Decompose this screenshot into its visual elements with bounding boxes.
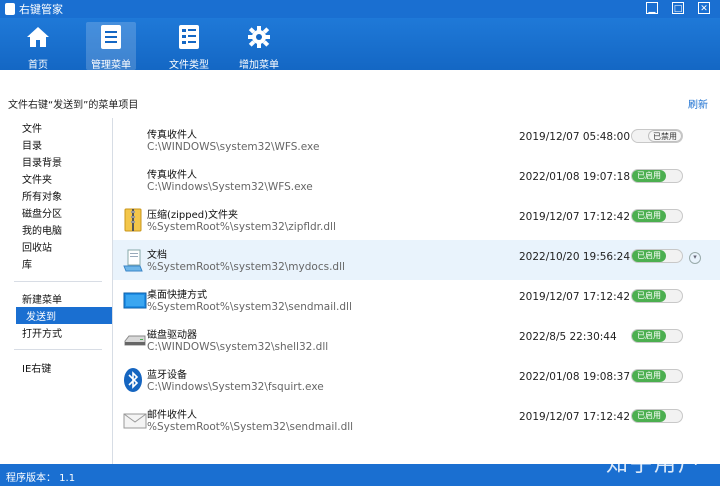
status-toggle[interactable]: 已启用 <box>631 289 683 303</box>
list-item[interactable]: 邮件收件人 %SystemRoot%\System32\sendmail.dll… <box>113 400 720 440</box>
toolbar-add-menu-label: 增加菜单 <box>239 60 279 71</box>
home-icon <box>23 22 53 52</box>
item-path: %SystemRoot%\System32\sendmail.dll <box>147 421 354 433</box>
status-toggle[interactable]: 已启用 <box>631 369 683 383</box>
status-toggle[interactable]: 已启用 <box>631 209 683 223</box>
toolbar-manage-menu[interactable]: 管理菜单 <box>86 22 136 71</box>
list-item[interactable]: 桌面快捷方式 %SystemRoot%\system32\sendmail.dl… <box>113 280 720 320</box>
status-toggle[interactable]: 已启用 <box>631 249 683 263</box>
status-toggle[interactable]: 已启用 <box>631 409 683 423</box>
item-date: 2019/12/07 17:12:42 <box>519 291 631 303</box>
item-name: 磁盘驱动器 <box>147 330 197 341</box>
version-text: 程序版本： 1.1 <box>6 473 76 484</box>
sidebar-item-library[interactable]: 库 <box>22 256 32 271</box>
minimize-button[interactable]: ▁ <box>646 2 658 14</box>
documents-icon <box>123 249 143 272</box>
status-label: 已禁用 <box>648 130 682 142</box>
menu-item-list: 传真收件人 C:\WINDOWS\system32\WFS.exe 2019/1… <box>113 118 720 464</box>
status-label: 已启用 <box>632 290 666 302</box>
filetype-icon <box>174 22 204 52</box>
item-path: C:\WINDOWS\system32\shell32.dll <box>147 341 329 353</box>
status-toggle[interactable]: 已禁用 <box>631 129 683 143</box>
item-path: C:\WINDOWS\system32\WFS.exe <box>147 141 320 153</box>
window-title: 右键管家 <box>19 3 63 16</box>
item-name: 邮件收件人 <box>147 410 197 421</box>
item-name: 蓝牙设备 <box>147 370 187 381</box>
status-toggle[interactable]: 已启用 <box>631 169 683 183</box>
item-path: %SystemRoot%\system32\mydocs.dll <box>147 261 345 273</box>
mail-icon <box>123 413 147 429</box>
list-item[interactable]: 传真收件人 C:\WINDOWS\system32\WFS.exe 2019/1… <box>113 120 720 160</box>
item-name: 文档 <box>147 250 167 261</box>
sidebar-item-new-menu[interactable]: 新建菜单 <box>22 291 62 306</box>
chevron-down-icon[interactable]: ▾ <box>689 252 701 264</box>
sidebar-item-file[interactable]: 文件 <box>22 120 42 135</box>
item-date: 2019/12/07 17:12:42 <box>519 411 631 423</box>
item-path: %SystemRoot%\system32\sendmail.dll <box>147 301 352 313</box>
status-label: 已启用 <box>632 370 666 382</box>
toolbar-home[interactable]: 首页 <box>20 22 56 71</box>
item-date: 2022/01/08 19:07:18 <box>519 171 631 183</box>
status-label: 已启用 <box>632 410 666 422</box>
status-label: 已启用 <box>632 170 666 182</box>
item-date: 2022/01/08 19:08:37 <box>519 371 631 383</box>
toolbar-manage-menu-label: 管理菜单 <box>91 60 131 71</box>
item-name: 压缩(zipped)文件夹 <box>147 210 239 221</box>
sidebar-item-recycle-bin[interactable]: 回收站 <box>22 239 52 254</box>
desktop-icon <box>123 292 147 309</box>
close-button[interactable]: ✕ <box>698 2 710 14</box>
item-path: C:\Windows\System32\fsquirt.exe <box>147 381 324 393</box>
status-toggle[interactable]: 已启用 <box>631 329 683 343</box>
item-path: %SystemRoot%\system32\zipfldr.dll <box>147 221 336 233</box>
status-label: 已启用 <box>632 250 666 262</box>
list-item[interactable]: 磁盘驱动器 C:\WINDOWS\system32\shell32.dll 20… <box>113 320 720 360</box>
list-item[interactable]: 传真收件人 C:\Windows\System32\WFS.exe 2022/0… <box>113 160 720 200</box>
status-label: 已启用 <box>632 210 666 222</box>
sidebar-item-ie-context[interactable]: IE右键 <box>22 360 51 375</box>
item-name: 传真收件人 <box>147 170 197 181</box>
zip-folder-icon <box>124 208 142 232</box>
page-title: 文件右键“发送到”的菜单项目 <box>8 100 139 111</box>
item-date: 2019/12/07 05:48:00 <box>519 131 631 143</box>
sidebar-item-all-objects[interactable]: 所有对象 <box>22 188 62 203</box>
gear-icon <box>244 22 274 52</box>
title-bar: 右键管家 ▁ □ ✕ <box>0 0 720 18</box>
list-item[interactable]: 蓝牙设备 C:\Windows\System32\fsquirt.exe 202… <box>113 360 720 400</box>
sidebar-item-folder[interactable]: 文件夹 <box>22 171 52 186</box>
item-name: 传真收件人 <box>147 130 197 141</box>
sidebar-item-disk-partition[interactable]: 磁盘分区 <box>22 205 62 220</box>
sidebar: 文件 目录 目录背景 文件夹 所有对象 磁盘分区 我的电脑 回收站 库 新建菜单… <box>0 118 113 464</box>
sidebar-item-my-computer[interactable]: 我的电脑 <box>22 222 62 237</box>
item-date: 2022/8/5 22:30:44 <box>519 331 617 343</box>
drive-icon <box>124 335 146 346</box>
app-icon <box>5 3 15 15</box>
refresh-link[interactable]: 刷新 <box>688 96 708 111</box>
sidebar-item-directory-background[interactable]: 目录背景 <box>22 154 62 169</box>
toolbar-file-types[interactable]: 文件类型 <box>166 22 212 71</box>
item-date: 2022/10/20 19:56:24 <box>519 251 631 263</box>
sidebar-divider <box>14 281 102 282</box>
status-label: 已启用 <box>632 330 666 342</box>
bluetooth-icon <box>124 368 142 392</box>
list-icon <box>96 22 126 52</box>
toolbar-home-label: 首页 <box>28 60 48 71</box>
list-item[interactable]: 压缩(zipped)文件夹 %SystemRoot%\system32\zipf… <box>113 200 720 240</box>
content-header: 文件右键“发送到”的菜单项目 刷新 <box>0 70 720 118</box>
toolbar-file-types-label: 文件类型 <box>169 60 209 71</box>
item-date: 2019/12/07 17:12:42 <box>519 211 631 223</box>
list-item[interactable]: 文档 %SystemRoot%\system32\mydocs.dll 2022… <box>113 240 720 280</box>
item-path: C:\Windows\System32\WFS.exe <box>147 181 313 193</box>
sidebar-item-open-with[interactable]: 打开方式 <box>22 325 62 340</box>
sidebar-item-directory[interactable]: 目录 <box>22 137 42 152</box>
main-toolbar: 首页 管理菜单 文件类型 增加菜单 <box>0 18 720 71</box>
sidebar-divider <box>14 349 102 350</box>
sidebar-item-send-to[interactable]: 发送到 <box>16 307 112 324</box>
item-name: 桌面快捷方式 <box>147 290 207 301</box>
maximize-button[interactable]: □ <box>672 2 684 14</box>
toolbar-add-menu[interactable]: 增加菜单 <box>236 22 282 71</box>
watermark: 知乎用户 <box>605 452 702 477</box>
